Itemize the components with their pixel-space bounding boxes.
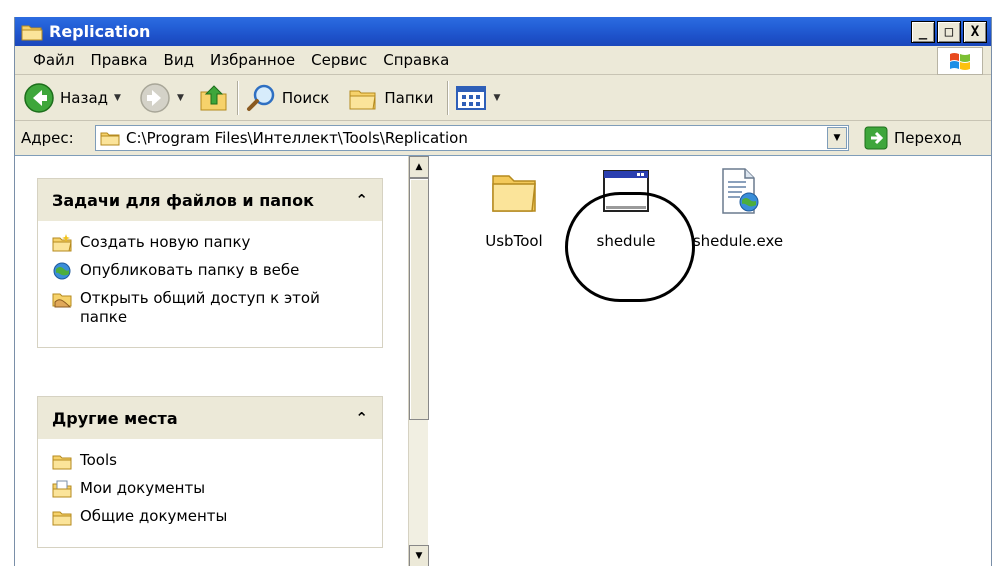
share-folder-icon — [52, 293, 72, 308]
window-title: Replication — [49, 22, 151, 41]
go-arrow-icon — [864, 126, 888, 150]
task-new-folder[interactable]: Создать новую папку — [52, 233, 382, 253]
forward-button[interactable]: ▼ — [139, 78, 184, 118]
file-label: UsbTool — [485, 232, 543, 250]
maximize-button[interactable]: □ — [937, 21, 961, 43]
up-folder-button[interactable] — [198, 78, 230, 118]
menu-tools[interactable]: Сервис — [303, 51, 375, 69]
place-label: Общие документы — [80, 507, 228, 525]
back-arrow-icon — [24, 82, 54, 113]
place-label: Tools — [80, 451, 117, 469]
my-documents-icon — [52, 480, 72, 498]
folder-icon — [100, 132, 120, 146]
scrollbar-thumb[interactable] — [409, 178, 429, 420]
publish-web-icon — [53, 262, 71, 280]
back-dropdown-icon[interactable]: ▼ — [114, 93, 121, 103]
address-input[interactable]: C:\Program Files\Интеллект\Tools\Replica… — [95, 125, 849, 151]
folders-label: Папки — [384, 88, 434, 107]
place-label: Мои документы — [80, 479, 206, 497]
views-dropdown-icon[interactable]: ▼ — [493, 93, 500, 103]
menu-file[interactable]: Файл — [15, 51, 82, 69]
task-label: Открыть общий доступ к этой папке — [80, 289, 320, 326]
folder-icon — [21, 25, 43, 41]
folders-icon — [349, 90, 376, 109]
back-button[interactable]: Назад ▼ — [23, 78, 121, 118]
close-button[interactable]: X — [963, 21, 987, 43]
tasks-panel-body: Создать новую папку Опубликовать папку в… — [37, 221, 383, 348]
exe-document-icon — [722, 168, 759, 214]
toolbar: Назад ▼ ▼ Поиск Папки ▼ — [15, 75, 991, 121]
scroll-up-icon[interactable]: ▲ — [409, 156, 429, 178]
places-panel-header[interactable]: Другие места ⌃ — [37, 396, 383, 439]
toolbar-separator — [447, 80, 449, 115]
places-panel: Другие места ⌃ Tools Мои документы Общие… — [37, 396, 383, 548]
task-label: Создать новую папку — [80, 233, 251, 251]
address-bar: Адрес: C:\Program Files\Интеллект\Tools\… — [15, 121, 991, 155]
address-dropdown-icon[interactable]: ▼ — [827, 127, 847, 149]
search-icon — [246, 84, 275, 111]
window-controls: _ □ X — [911, 21, 987, 43]
file-view: UsbTool shedule shedule.exe — [429, 156, 991, 566]
place-tools[interactable]: Tools — [52, 451, 382, 471]
menu-bar: Файл Правка Вид Избранное Сервис Справка — [15, 46, 991, 75]
forward-arrow-icon — [140, 82, 170, 113]
folder-icon — [52, 455, 72, 470]
up-folder-icon — [200, 84, 227, 110]
menu-favorites[interactable]: Избранное — [202, 51, 303, 69]
place-my-documents[interactable]: Мои документы — [52, 479, 382, 499]
go-label: Переход — [894, 129, 962, 147]
menu-view[interactable]: Вид — [156, 51, 202, 69]
title-bar[interactable]: Replication _ □ X — [15, 17, 991, 46]
new-folder-icon — [52, 234, 72, 252]
task-label: Опубликовать папку в вебе — [80, 261, 300, 279]
file-item-shedule-exe[interactable]: shedule.exe — [683, 166, 793, 250]
collapse-icon[interactable]: ⌃ — [355, 191, 368, 209]
tasks-panel-title: Задачи для файлов и папок — [52, 190, 314, 210]
forward-dropdown-icon[interactable]: ▼ — [177, 93, 184, 103]
task-share-folder[interactable]: Открыть общий доступ к этой папке — [52, 289, 382, 327]
tasks-panel: Задачи для файлов и папок ⌃ Создать нову… — [37, 178, 383, 348]
search-label: Поиск — [281, 88, 330, 107]
shared-documents-icon — [52, 511, 72, 526]
folders-button[interactable]: Папки — [347, 78, 433, 118]
file-label: shedule.exe — [692, 232, 784, 250]
views-button[interactable]: ▼ — [455, 78, 500, 118]
scroll-down-icon[interactable]: ▼ — [409, 545, 429, 566]
minimize-button[interactable]: _ — [911, 21, 935, 43]
toolbar-separator — [236, 80, 238, 115]
views-icon — [456, 85, 487, 110]
address-label: Адрес: — [21, 129, 74, 147]
collapse-icon[interactable]: ⌃ — [355, 409, 368, 427]
address-value: C:\Program Files\Интеллект\Tools\Replica… — [126, 129, 468, 147]
menu-edit[interactable]: Правка — [82, 51, 155, 69]
back-label: Назад — [60, 88, 109, 107]
task-publish-web[interactable]: Опубликовать папку в вебе — [52, 261, 382, 281]
go-button[interactable]: Переход — [864, 126, 962, 150]
folder-icon — [492, 175, 536, 212]
tasks-panel-header[interactable]: Задачи для файлов и папок ⌃ — [37, 178, 383, 221]
windows-logo-icon — [937, 47, 983, 75]
menu-help[interactable]: Справка — [375, 51, 457, 69]
explorer-window: Replication _ □ X Файл Правка Вид Избран… — [14, 17, 992, 566]
places-panel-title: Другие места — [52, 408, 178, 428]
highlight-circle — [565, 192, 695, 302]
places-panel-body: Tools Мои документы Общие документы — [37, 439, 383, 548]
task-pane-scrollbar[interactable]: ▲ ▼ — [408, 156, 429, 566]
content-area: Задачи для файлов и папок ⌃ Создать нову… — [15, 155, 991, 566]
search-button[interactable]: Поиск — [245, 78, 330, 118]
file-item-usbtool[interactable]: UsbTool — [459, 166, 569, 250]
place-shared-documents[interactable]: Общие документы — [52, 507, 382, 527]
